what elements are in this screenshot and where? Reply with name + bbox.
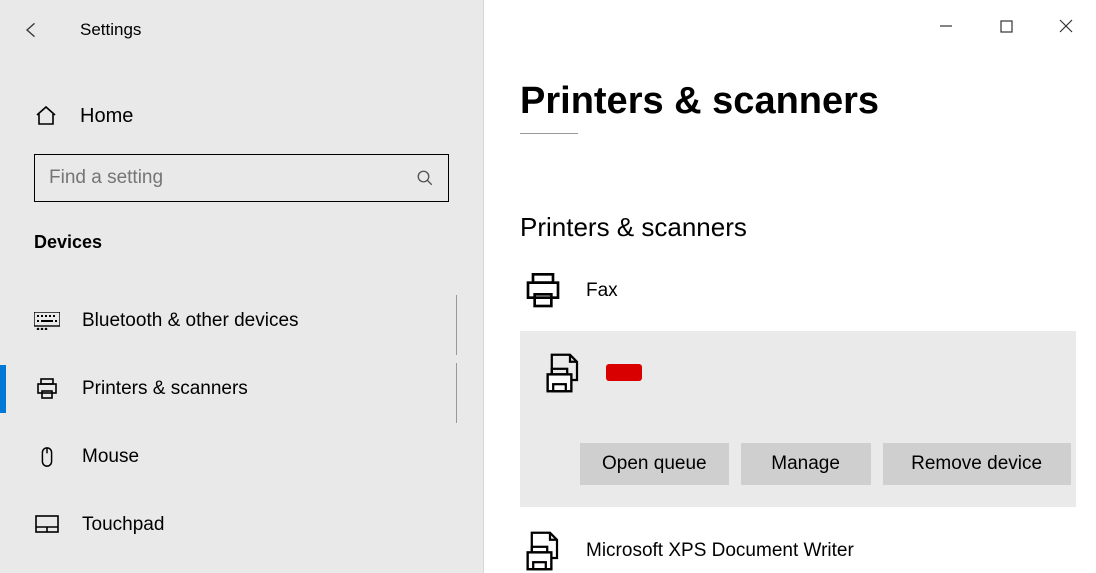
printer-document-icon	[520, 529, 566, 573]
sidebar-item-printers[interactable]: Printers & scanners	[0, 355, 483, 423]
device-label-redacted	[606, 364, 642, 382]
device-actions: Open queue Manage Remove device	[534, 443, 1076, 485]
window-title: Settings	[80, 20, 141, 40]
search-input[interactable]	[35, 167, 416, 189]
settings-window: Settings Home Devices	[0, 0, 1096, 573]
sidebar-item-label: Touchpad	[82, 514, 164, 536]
back-icon[interactable]	[22, 20, 42, 40]
section-title: Printers & scanners	[520, 212, 1096, 243]
sidebar-item-label: Printers & scanners	[82, 378, 248, 400]
printer-document-icon	[540, 351, 586, 395]
manage-button[interactable]: Manage	[741, 443, 871, 485]
device-label: Fax	[586, 280, 618, 302]
page-title: Printers & scanners	[520, 80, 1096, 123]
keyboard-icon	[34, 308, 60, 334]
minimize-button[interactable]	[916, 6, 976, 46]
printer-icon	[520, 269, 566, 313]
main-content: Printers & scanners Printers & scanners …	[484, 0, 1096, 573]
home-icon	[34, 104, 58, 128]
title-underline	[520, 133, 578, 134]
sidebar-item-label: Mouse	[82, 446, 139, 468]
home-label: Home	[80, 105, 133, 128]
home-button[interactable]: Home	[0, 90, 483, 142]
sidebar-item-label: Bluetooth & other devices	[82, 310, 299, 332]
sidebar-item-touchpad[interactable]: Touchpad	[0, 491, 483, 559]
touchpad-icon	[34, 512, 60, 538]
remove-device-button[interactable]: Remove device	[883, 443, 1071, 485]
sidebar-item-mouse[interactable]: Mouse	[0, 423, 483, 491]
window-caption-buttons	[916, 6, 1096, 46]
category-label: Devices	[0, 232, 483, 253]
search-icon	[416, 169, 434, 187]
search-box[interactable]	[34, 154, 449, 202]
titlebar: Settings	[0, 6, 483, 54]
sidebar-item-bluetooth[interactable]: Bluetooth & other devices	[0, 287, 483, 355]
open-queue-button[interactable]: Open queue	[580, 443, 729, 485]
device-fax[interactable]: Fax	[520, 261, 1096, 321]
printer-icon	[34, 376, 60, 402]
sidebar: Settings Home Devices	[0, 0, 484, 573]
device-label: Microsoft XPS Document Writer	[586, 540, 854, 562]
device-xps[interactable]: Microsoft XPS Document Writer	[520, 521, 1096, 573]
close-button[interactable]	[1036, 6, 1096, 46]
device-selected[interactable]: Open queue Manage Remove device	[520, 331, 1076, 507]
mouse-icon	[34, 444, 60, 470]
maximize-button[interactable]	[976, 6, 1036, 46]
